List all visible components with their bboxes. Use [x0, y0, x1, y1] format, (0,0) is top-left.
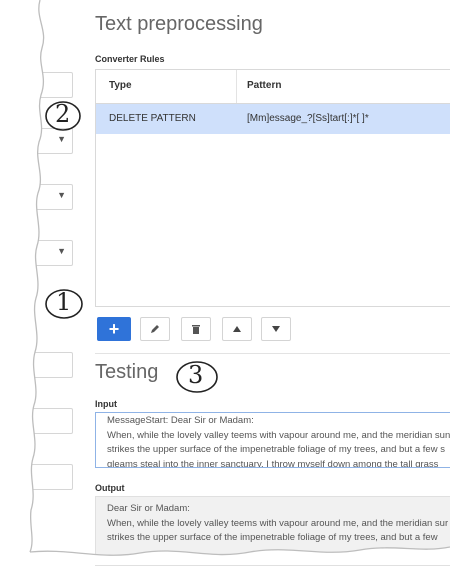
torn-edge-frame — [0, 0, 450, 565]
